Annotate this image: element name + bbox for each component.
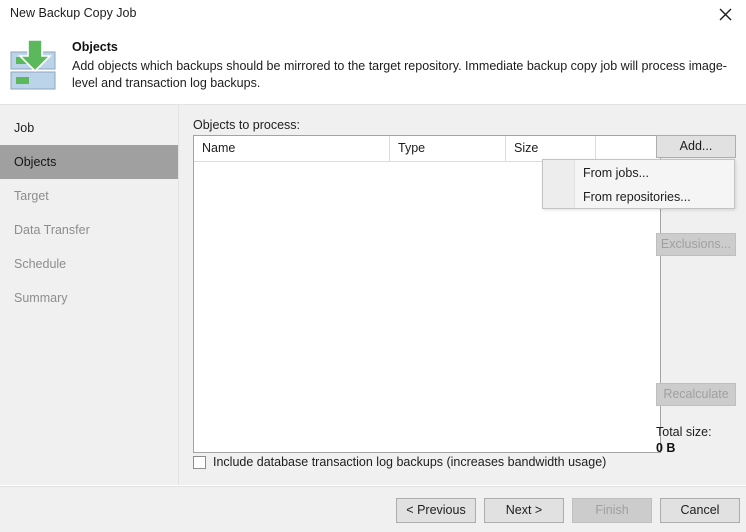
include-log-backups-row[interactable]: Include database transaction log backups… <box>193 455 606 469</box>
add-dropdown-menu[interactable]: From jobs... From repositories... <box>542 159 735 209</box>
backup-copy-repository-icon <box>10 40 64 90</box>
add-button[interactable]: Add... <box>656 135 736 158</box>
include-log-backups-checkbox[interactable] <box>193 456 206 469</box>
objects-to-process-label: Objects to process: <box>193 118 300 132</box>
include-log-backups-label: Include database transaction log backups… <box>213 455 606 469</box>
menu-icon-gutter <box>543 160 575 208</box>
total-size-value: 0 B <box>656 441 675 455</box>
page-description: Add objects which backups should be mirr… <box>72 58 732 92</box>
window-title: New Backup Copy Job <box>10 6 136 20</box>
page-title: Objects <box>72 40 118 54</box>
exclusions-button: Exclusions... <box>656 233 736 256</box>
window-title-bar: New Backup Copy Job <box>0 0 746 28</box>
sidebar-item-job[interactable]: Job <box>0 111 178 145</box>
menu-item-from-repositories[interactable]: From repositories... <box>575 185 734 209</box>
finish-button: Finish <box>572 498 652 523</box>
sidebar-item-schedule[interactable]: Schedule <box>0 247 178 281</box>
column-header-extra[interactable] <box>596 136 660 161</box>
wizard-header: Objects Add objects which backups should… <box>0 28 746 105</box>
wizard-step-sidebar: Job Objects Target Data Transfer Schedul… <box>0 105 179 485</box>
close-icon[interactable] <box>704 0 746 28</box>
previous-button[interactable]: < Previous <box>396 498 476 523</box>
recalculate-button: Recalculate <box>656 383 736 406</box>
sidebar-item-objects[interactable]: Objects <box>0 145 178 179</box>
cancel-button[interactable]: Cancel <box>660 498 740 523</box>
total-size-label: Total size: <box>656 425 712 439</box>
menu-item-from-jobs[interactable]: From jobs... <box>575 161 734 185</box>
sidebar-item-summary[interactable]: Summary <box>0 281 178 315</box>
objects-panel: Objects to process: Name Type Size Add..… <box>179 105 746 485</box>
column-header-size[interactable]: Size <box>506 136 596 161</box>
sidebar-item-data-transfer[interactable]: Data Transfer <box>0 213 178 247</box>
next-button[interactable]: Next > <box>484 498 564 523</box>
column-header-type[interactable]: Type <box>390 136 506 161</box>
wizard-footer: < Previous Next > Finish Cancel <box>0 486 746 532</box>
sidebar-item-target[interactable]: Target <box>0 179 178 213</box>
column-header-name[interactable]: Name <box>194 136 390 161</box>
